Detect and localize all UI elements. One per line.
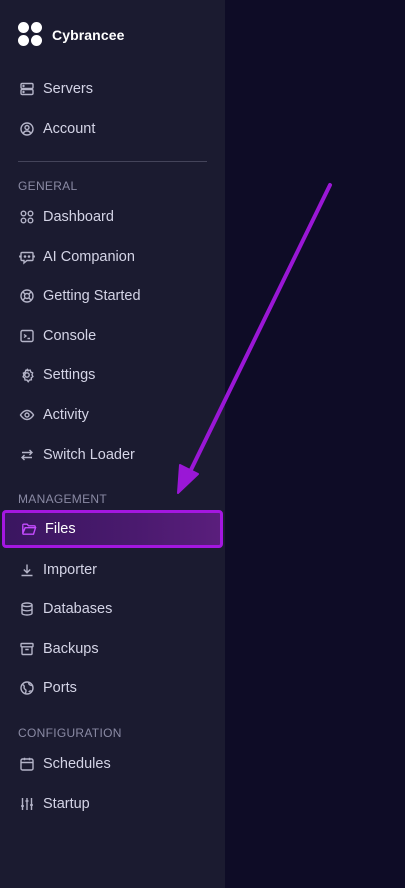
sidebar-item-label: Servers [43, 81, 93, 97]
sidebar-item-settings[interactable]: Settings [0, 359, 225, 391]
brand-logo-icon [18, 22, 44, 48]
sidebar-item-label: Activity [43, 407, 89, 423]
grid-icon [19, 209, 35, 225]
sidebar-item-switch-loader[interactable]: Switch Loader [0, 439, 225, 471]
sidebar-item-label: AI Companion [43, 249, 135, 265]
sidebar-item-ports[interactable]: Ports [0, 672, 225, 704]
user-circle-icon [19, 121, 35, 137]
main-content [225, 0, 405, 888]
sidebar-item-label: Ports [43, 680, 77, 696]
sidebar-item-label: Console [43, 328, 97, 344]
sidebar-item-activity[interactable]: Activity [0, 399, 225, 431]
sidebar-item-label: Databases [43, 601, 113, 617]
app-root: Cybrancee Servers Account GENERAL Dashbo… [0, 0, 405, 888]
section-title-general: GENERAL [18, 179, 78, 193]
sidebar-item-importer[interactable]: Importer [0, 554, 225, 586]
chat-bot-icon [19, 249, 35, 265]
gear-icon [19, 367, 35, 383]
sidebar-item-startup[interactable]: Startup [0, 788, 225, 820]
sidebar-item-label: Importer [43, 562, 97, 578]
archive-icon [19, 641, 35, 657]
database-icon [19, 601, 35, 617]
terminal-icon [19, 328, 35, 344]
sidebar-item-label: Backups [43, 641, 99, 657]
sidebar-item-label: Files [45, 521, 76, 537]
brand-name: Cybrancee [52, 27, 125, 43]
folder-icon [21, 521, 37, 537]
sidebar-item-backups[interactable]: Backups [0, 633, 225, 665]
section-title-configuration: CONFIGURATION [18, 726, 122, 740]
sidebar-item-servers[interactable]: Servers [0, 73, 225, 105]
sidebar-item-schedules[interactable]: Schedules [0, 748, 225, 780]
sidebar-divider [18, 161, 207, 162]
sidebar-item-label: Settings [43, 367, 96, 383]
brand[interactable]: Cybrancee [18, 22, 125, 48]
sidebar-item-getting-started[interactable]: Getting Started [0, 280, 225, 312]
download-icon [19, 562, 35, 578]
globe-icon [19, 680, 35, 696]
sidebar-item-ai-companion[interactable]: AI Companion [0, 241, 225, 273]
sidebar-item-console[interactable]: Console [0, 320, 225, 352]
sidebar-item-label: Dashboard [43, 209, 114, 225]
eye-icon [19, 407, 35, 423]
sliders-icon [19, 796, 35, 812]
swap-arrows-icon [19, 447, 35, 463]
sidebar-item-label: Switch Loader [43, 447, 135, 463]
sidebar-item-account[interactable]: Account [0, 113, 225, 145]
sidebar-item-label: Startup [43, 796, 90, 812]
server-icon [19, 81, 35, 97]
sidebar-item-label: Schedules [43, 756, 111, 772]
sidebar-item-label: Account [43, 121, 96, 137]
lifebuoy-icon [19, 288, 35, 304]
section-title-management: MANAGEMENT [18, 492, 108, 506]
sidebar-item-files[interactable]: Files [2, 510, 223, 548]
sidebar-item-databases[interactable]: Databases [0, 593, 225, 625]
calendar-icon [19, 756, 35, 772]
sidebar: Cybrancee Servers Account GENERAL Dashbo… [0, 0, 225, 888]
sidebar-item-dashboard[interactable]: Dashboard [0, 201, 225, 233]
sidebar-item-label: Getting Started [43, 288, 141, 304]
